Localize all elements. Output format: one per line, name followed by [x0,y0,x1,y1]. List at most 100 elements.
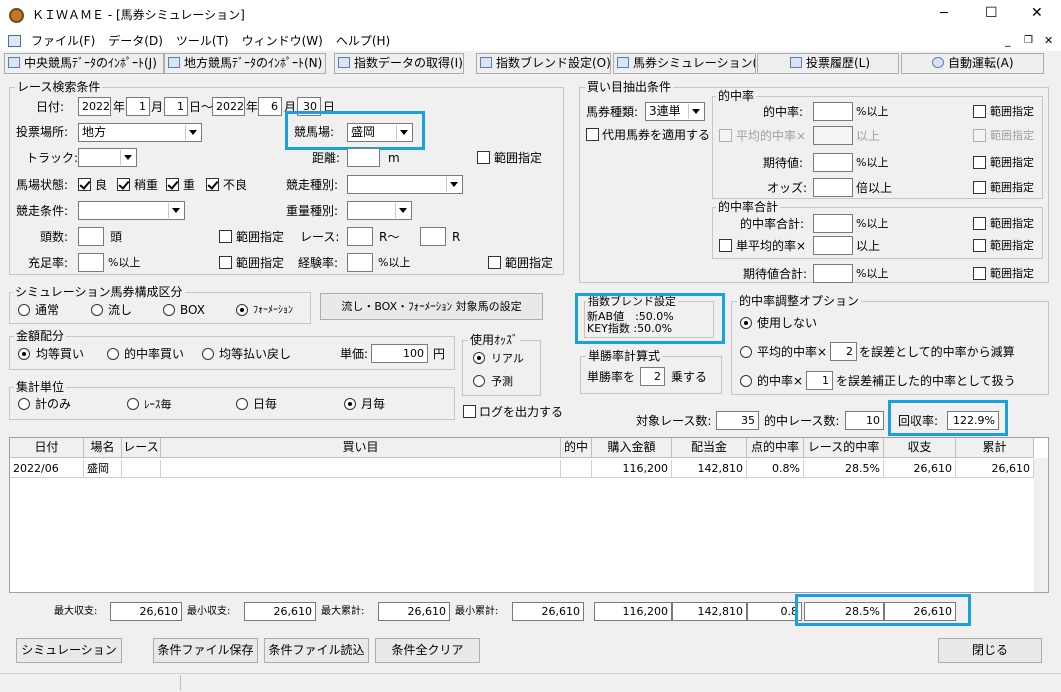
date-from-month[interactable]: 1 [126,97,150,116]
single-avg-range-checkbox[interactable] [973,239,986,252]
load-conditions-button[interactable]: 条件ファイル読込 [264,638,369,663]
hit-rate-input[interactable] [813,102,853,121]
col-point-rate[interactable]: 点的中率 [747,438,804,458]
min-cum-value: 26,610 [512,602,584,621]
expect-input[interactable] [813,153,853,172]
sim-normal-radio[interactable] [18,304,30,316]
menu-file[interactable]: ファイル(F) [31,34,95,48]
exp-range-checkbox[interactable] [488,256,501,269]
adjust-avg-input[interactable]: 2 [830,342,857,361]
single-avg-input[interactable] [813,236,853,255]
close-dialog-button[interactable]: 閉じる [938,638,1042,663]
odds-input[interactable] [813,178,853,197]
tab-index-blend[interactable]: 指数ブレンド設定(O) [476,53,611,74]
date-to-year[interactable]: 2022 [212,97,245,116]
col-date[interactable]: 日付 [10,438,84,458]
close-button[interactable]: ✕ [1031,5,1043,21]
single-avg-checkbox[interactable] [719,239,732,252]
adjust-hit-radio[interactable] [740,375,752,387]
date-from-year[interactable]: 2022 [78,97,111,116]
col-income[interactable]: 収支 [884,438,956,458]
col-payout[interactable]: 配当金 [672,438,747,458]
race-from-input[interactable] [347,227,373,246]
avg-hit-input[interactable] [813,126,853,145]
log-output-checkbox[interactable] [463,405,476,418]
expect-sum-input[interactable] [813,264,853,283]
tab-simulation[interactable]: 馬券シミュレーション(B) [613,53,756,74]
expect-range-checkbox[interactable] [973,156,986,169]
clear-conditions-button[interactable]: 条件全クリア [375,638,480,663]
agg-total-radio[interactable] [18,398,30,410]
maximize-button[interactable]: ☐ [985,5,998,21]
hit-sum-range-checkbox[interactable] [973,217,986,230]
adjust-avg-radio[interactable] [740,346,752,358]
agg-month-radio[interactable] [344,398,356,410]
save-conditions-button[interactable]: 条件ファイル保存 [153,638,258,663]
fill-range-checkbox[interactable] [219,256,232,269]
col-race-rate[interactable]: レース的中率 [804,438,884,458]
sim-formation-radio[interactable] [236,304,248,316]
exp-rate-input[interactable] [347,253,373,272]
adjust-none-radio[interactable] [740,317,752,329]
col-race[interactable]: レース [122,438,161,458]
col-venue[interactable]: 場名 [84,438,122,458]
unit-price-input[interactable]: 100 [371,344,428,363]
mdi-close-icon[interactable]: ✕ [1044,31,1053,51]
ticket-kind-select[interactable]: 3連単 [645,102,705,121]
substitute-checkbox[interactable] [586,128,599,141]
hit-range-checkbox[interactable] [973,105,986,118]
money-equal-radio[interactable] [18,348,30,360]
sim-box-radio[interactable] [163,304,175,316]
grid-vscroll[interactable] [1034,458,1048,592]
date-to-month[interactable]: 6 [258,97,282,116]
expect-sum-range-checkbox[interactable] [973,267,986,280]
menu-tool[interactable]: ツール(T) [176,34,229,48]
menu-window[interactable]: ウィンドウ(W) [242,34,323,48]
menu-data[interactable]: データ(D) [108,34,163,48]
baba-slight-checkbox[interactable] [117,178,130,191]
tab-history[interactable]: 投票履歴(L) [757,53,899,74]
tansho-power-input[interactable]: 2 [640,367,665,386]
money-refund-radio[interactable] [202,348,214,360]
agg-race-radio[interactable] [127,398,139,410]
target-horse-button[interactable]: 流し・BOX・ﾌｫｰﾒｰｼｮﾝ 対象馬の設定 [320,293,543,320]
avg-range-checkbox[interactable] [973,129,986,142]
col-bet[interactable]: 買い目 [161,438,561,458]
minimize-button[interactable]: ─ [940,6,948,22]
baba-bad-checkbox[interactable] [206,178,219,191]
mdi-minimize-icon[interactable]: _ [1005,31,1011,51]
col-hit[interactable]: 的中 [561,438,592,458]
distance-input[interactable] [347,148,380,167]
tab-central-import[interactable]: 中央競馬ﾃﾞｰﾀのｲﾝﾎﾟｰﾄ(J) [4,53,164,74]
avg-hit-checkbox[interactable] [719,129,732,142]
date-from-day[interactable]: 1 [164,97,188,116]
tab-auto[interactable]: 自動運転(A) [901,53,1044,74]
heads-range-checkbox[interactable] [219,230,232,243]
distance-range-checkbox[interactable] [477,151,490,164]
odds-real-radio[interactable] [473,352,485,364]
race-cond-select[interactable] [78,201,185,220]
baba-good-checkbox[interactable] [78,178,91,191]
agg-day-radio[interactable] [236,398,248,410]
tab-local-import[interactable]: 地方競馬ﾃﾞｰﾀのｲﾝﾎﾟｰﾄ(N) [164,53,326,74]
hit-sum-input[interactable] [813,214,853,233]
adjust-hit-input[interactable]: 1 [806,371,833,390]
fill-rate-input[interactable] [78,253,104,272]
odds-range-checkbox[interactable] [973,181,986,194]
race-kind-select[interactable] [347,175,463,194]
menu-help[interactable]: ヘルプ(H) [336,34,390,48]
col-cumulative[interactable]: 累計 [956,438,1034,458]
tab-index-fetch[interactable]: 指数データの取得(I) [334,53,464,74]
odds-predict-radio[interactable] [473,375,485,387]
weight-kind-select[interactable] [347,201,412,220]
sim-nagashi-radio[interactable] [91,304,103,316]
race-to-input[interactable] [420,227,446,246]
heads-input[interactable] [78,227,104,246]
money-hit-radio[interactable] [107,348,119,360]
simulate-button[interactable]: シミュレーション [16,638,122,663]
place-select[interactable]: 地方 [78,123,202,142]
baba-heavy-checkbox[interactable] [166,178,179,191]
track-select[interactable] [78,148,137,167]
col-buy[interactable]: 購入金額 [592,438,672,458]
mdi-restore-icon[interactable]: ❐ [1024,31,1033,51]
